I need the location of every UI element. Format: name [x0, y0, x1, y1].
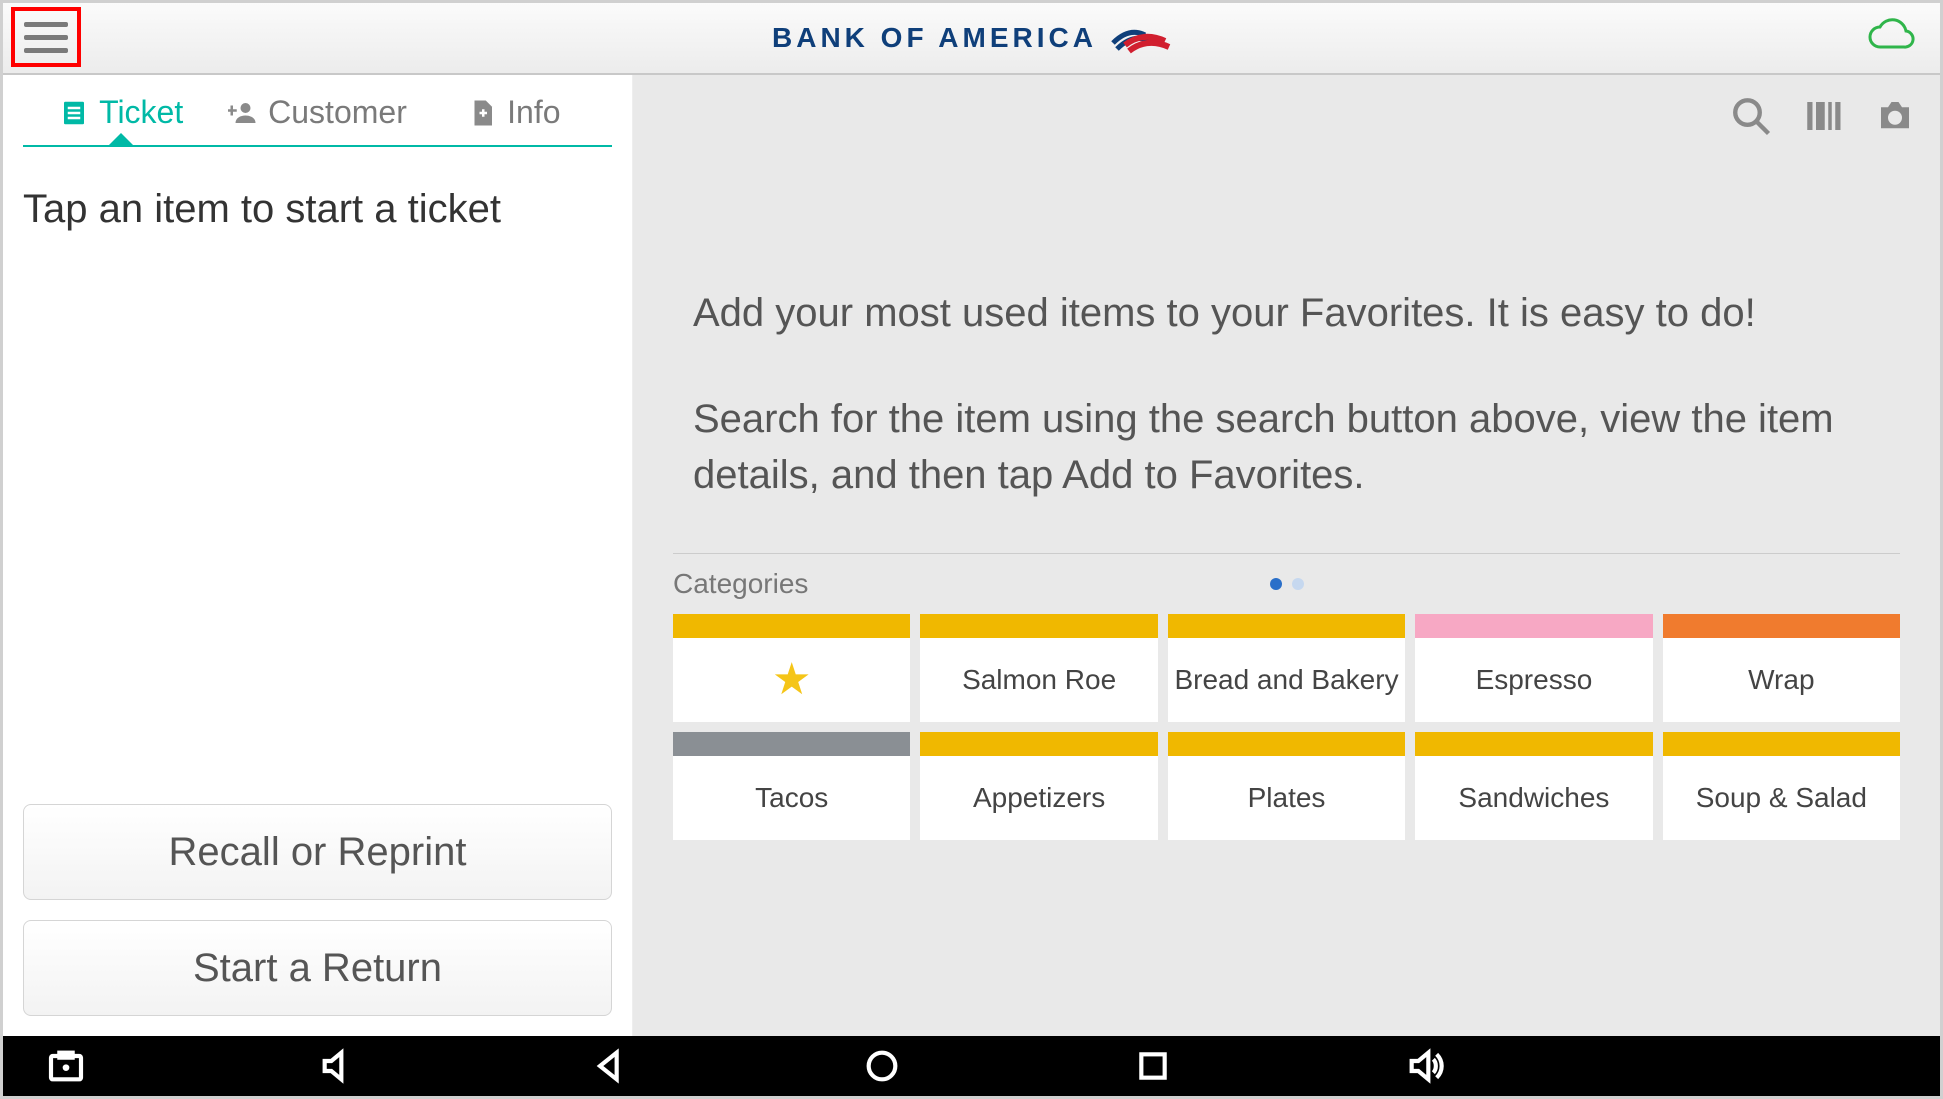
right-panel: Add your most used items to your Favorit…	[633, 75, 1940, 1036]
left-tabs: Ticket Customer Info	[23, 75, 612, 147]
nav-recents-icon[interactable]	[1130, 1043, 1176, 1089]
category-label: Wrap	[1663, 638, 1900, 722]
file-plus-icon	[467, 98, 497, 128]
menu-button[interactable]	[11, 7, 81, 67]
brand-name: BANK OF AMERICA	[772, 22, 1097, 54]
tab-customer-label: Customer	[268, 94, 407, 131]
category-espresso[interactable]: Espresso	[1415, 614, 1652, 722]
category-bread-bakery[interactable]: Bread and Bakery	[1168, 614, 1405, 722]
brand-logo: BANK OF AMERICA	[772, 21, 1171, 55]
camera-icon[interactable]	[1874, 95, 1916, 137]
category-favorites[interactable]: ★	[673, 614, 910, 722]
app-frame: BANK OF AMERICA Ticket	[0, 0, 1943, 1099]
categories-row-2: Tacos Appetizers Plates Sandwiches Soup …	[633, 732, 1940, 840]
nav-home-icon[interactable]	[859, 1043, 905, 1089]
cloud-status-icon[interactable]	[1866, 17, 1916, 60]
barcode-icon[interactable]	[1802, 95, 1844, 137]
category-sandwiches[interactable]: Sandwiches	[1415, 732, 1652, 840]
tab-ticket-label: Ticket	[99, 94, 183, 131]
start-return-button[interactable]: Start a Return	[23, 920, 612, 1016]
star-icon: ★	[772, 656, 811, 704]
right-toolbar	[1730, 95, 1916, 137]
recall-reprint-button[interactable]: Recall or Reprint	[23, 804, 612, 900]
android-navbar	[3, 1036, 1940, 1096]
help-para-1: Add your most used items to your Favorit…	[693, 285, 1880, 341]
category-label: Salmon Roe	[920, 638, 1157, 722]
favorites-help: Add your most used items to your Favorit…	[633, 75, 1940, 553]
category-label: Appetizers	[920, 756, 1157, 840]
category-label: Bread and Bakery	[1168, 638, 1405, 722]
top-bar: BANK OF AMERICA	[3, 3, 1940, 75]
category-wrap[interactable]: Wrap	[1663, 614, 1900, 722]
main-area: Ticket Customer Info Tap an item to star…	[3, 75, 1940, 1036]
left-panel: Ticket Customer Info Tap an item to star…	[3, 75, 633, 1036]
category-label: Espresso	[1415, 638, 1652, 722]
category-label: Tacos	[673, 756, 910, 840]
nav-volume-down-icon[interactable]	[315, 1043, 361, 1089]
category-tacos[interactable]: Tacos	[673, 732, 910, 840]
tab-info[interactable]: Info	[416, 94, 612, 145]
receipt-icon	[59, 98, 89, 128]
tab-info-label: Info	[507, 94, 560, 131]
categories-label: Categories	[673, 568, 808, 600]
tab-ticket[interactable]: Ticket	[23, 94, 219, 145]
help-para-2: Search for the item using the search but…	[693, 391, 1880, 503]
categories-row-1: ★ Salmon Roe Bread and Bakery Espresso W…	[633, 614, 1940, 722]
nav-back-icon[interactable]	[587, 1043, 633, 1089]
add-person-icon	[228, 98, 258, 128]
category-label: Soup & Salad	[1663, 756, 1900, 840]
category-salmon-roe[interactable]: Salmon Roe	[920, 614, 1157, 722]
category-appetizers[interactable]: Appetizers	[920, 732, 1157, 840]
category-plates[interactable]: Plates	[1168, 732, 1405, 840]
nav-screenshot-icon[interactable]	[43, 1043, 89, 1089]
flag-icon	[1111, 21, 1171, 55]
page-dot-1	[1270, 578, 1282, 590]
search-icon[interactable]	[1730, 95, 1772, 137]
page-dot-2	[1292, 578, 1304, 590]
category-soup-salad[interactable]: Soup & Salad	[1663, 732, 1900, 840]
category-label: Plates	[1168, 756, 1405, 840]
category-label: Sandwiches	[1415, 756, 1652, 840]
nav-volume-up-icon[interactable]	[1402, 1043, 1448, 1089]
tab-customer[interactable]: Customer	[219, 94, 415, 145]
page-indicator	[1270, 578, 1304, 590]
ticket-prompt: Tap an item to start a ticket	[23, 147, 612, 232]
